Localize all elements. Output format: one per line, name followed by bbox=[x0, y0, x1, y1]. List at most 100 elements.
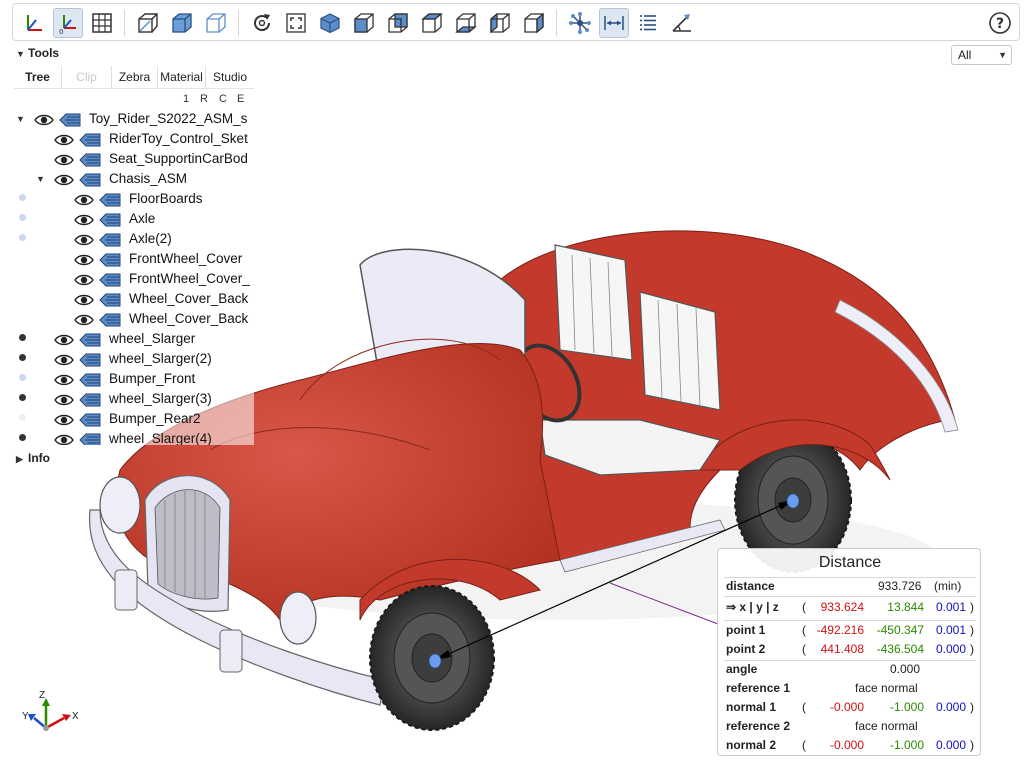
tree-item-label[interactable]: Axle(2) bbox=[129, 231, 172, 246]
collapse-caret-icon: ▼ bbox=[16, 49, 25, 59]
visibility-eye-icon[interactable] bbox=[74, 193, 94, 207]
shape-visibility-icon[interactable] bbox=[79, 413, 101, 427]
tools-header[interactable]: ▼ Tools bbox=[16, 46, 59, 60]
tree-item-label[interactable]: Chasis_ASM bbox=[109, 171, 187, 186]
xyz-paren-close: ) bbox=[970, 600, 974, 614]
tree-row[interactable]: Axle bbox=[14, 210, 254, 230]
perspective-icon[interactable] bbox=[133, 8, 163, 38]
fit-icon[interactable] bbox=[281, 8, 311, 38]
visibility-eye-icon[interactable] bbox=[74, 313, 94, 327]
tab-material[interactable]: Material bbox=[158, 66, 206, 88]
filter-select[interactable]: All ▼ bbox=[951, 45, 1012, 65]
visibility-eye-icon[interactable] bbox=[54, 353, 74, 367]
shape-visibility-icon[interactable] bbox=[79, 153, 101, 167]
tree-row[interactable]: Bumper_Rear2 bbox=[14, 410, 254, 430]
tree-item-label[interactable]: FrontWheel_Cover bbox=[129, 251, 242, 266]
tree-row[interactable]: FrontWheel_Cover bbox=[14, 250, 254, 270]
tree-row[interactable]: Wheel_Cover_Back bbox=[14, 290, 254, 310]
shape-visibility-icon[interactable] bbox=[99, 253, 121, 267]
visibility-eye-icon[interactable] bbox=[34, 113, 54, 127]
shape-visibility-icon[interactable] bbox=[99, 313, 121, 327]
tree-item-label[interactable]: wheel_Slarger(2) bbox=[109, 351, 212, 366]
left-view-icon[interactable] bbox=[485, 8, 515, 38]
tree-item-label[interactable]: FloorBoards bbox=[129, 191, 203, 206]
shape-visibility-icon[interactable] bbox=[99, 193, 121, 207]
tree-row[interactable]: ▼ Chasis_ASM bbox=[14, 170, 254, 190]
axes-origin-icon[interactable]: 0 bbox=[53, 8, 83, 38]
visibility-eye-icon[interactable] bbox=[54, 173, 74, 187]
front-view-icon[interactable] bbox=[349, 8, 379, 38]
tree-row[interactable]: wheel_Slarger(3) bbox=[14, 390, 254, 410]
tree-item-label[interactable]: Axle bbox=[129, 211, 155, 226]
tree-item-label[interactable]: Toy_Rider_S2022_ASM_s bbox=[89, 111, 247, 126]
tree-row[interactable]: ▼ Toy_Rider_S2022_ASM_s bbox=[14, 110, 254, 130]
right-view-icon[interactable] bbox=[519, 8, 549, 38]
tab-studio[interactable]: Studio bbox=[206, 66, 254, 88]
iso-view-icon[interactable] bbox=[315, 8, 345, 38]
visibility-eye-icon[interactable] bbox=[74, 233, 94, 247]
tree-row[interactable]: wheel_Slarger(2) bbox=[14, 350, 254, 370]
grid-icon[interactable] bbox=[87, 8, 117, 38]
top-view-icon[interactable] bbox=[417, 8, 447, 38]
transparent-icon[interactable] bbox=[167, 8, 197, 38]
visibility-eye-icon[interactable] bbox=[54, 413, 74, 427]
tab-tree[interactable]: Tree bbox=[14, 66, 62, 88]
shape-visibility-icon[interactable] bbox=[79, 433, 101, 445]
visibility-eye-icon[interactable] bbox=[74, 293, 94, 307]
shape-visibility-icon[interactable] bbox=[79, 173, 101, 187]
explode-icon[interactable] bbox=[565, 8, 595, 38]
shape-visibility-icon[interactable] bbox=[79, 393, 101, 407]
bottom-view-icon[interactable] bbox=[451, 8, 481, 38]
tree-item-label[interactable]: wheel_Slarger(4) bbox=[109, 431, 212, 445]
tree-item-label[interactable]: FrontWheel_Cover_ bbox=[129, 271, 250, 286]
tree-item-label[interactable]: Bumper_Front bbox=[109, 371, 195, 386]
tree-row[interactable]: Seat_SupportinCarBod bbox=[14, 150, 254, 170]
tree-row[interactable]: Axle(2) bbox=[14, 230, 254, 250]
tree-expander-icon[interactable]: ▼ bbox=[36, 174, 45, 184]
tree-item-label[interactable]: wheel_Slarger(3) bbox=[109, 391, 212, 406]
rear-view-icon[interactable] bbox=[383, 8, 413, 38]
visibility-eye-icon[interactable] bbox=[74, 273, 94, 287]
visibility-eye-icon[interactable] bbox=[54, 153, 74, 167]
blackedges-icon[interactable] bbox=[201, 8, 231, 38]
angle-measure-icon[interactable] bbox=[667, 8, 697, 38]
tree-row[interactable]: FrontWheel_Cover_ bbox=[14, 270, 254, 290]
shape-visibility-icon[interactable] bbox=[99, 233, 121, 247]
shape-visibility-icon[interactable] bbox=[79, 373, 101, 387]
tree-row[interactable]: wheel_Slarger bbox=[14, 330, 254, 350]
shape-visibility-icon[interactable] bbox=[99, 213, 121, 227]
tree-item-label[interactable]: RiderToy_Control_Sket bbox=[109, 131, 248, 146]
tree-item-label[interactable]: Wheel_Cover_Back bbox=[129, 311, 248, 326]
visibility-eye-icon[interactable] bbox=[74, 253, 94, 267]
shape-visibility-icon[interactable] bbox=[79, 333, 101, 347]
visibility-eye-icon[interactable] bbox=[54, 333, 74, 347]
shape-visibility-icon[interactable] bbox=[79, 353, 101, 367]
tree-row[interactable]: FloorBoards bbox=[14, 190, 254, 210]
visibility-eye-icon[interactable] bbox=[54, 433, 74, 445]
visibility-eye-icon[interactable] bbox=[54, 373, 74, 387]
shape-visibility-icon[interactable] bbox=[99, 273, 121, 287]
visibility-eye-icon[interactable] bbox=[54, 393, 74, 407]
visibility-eye-icon[interactable] bbox=[54, 133, 74, 147]
tree-row[interactable]: Wheel_Cover_Back bbox=[14, 310, 254, 330]
reset-icon[interactable] bbox=[247, 8, 277, 38]
tree-expander-icon[interactable]: ▼ bbox=[16, 114, 25, 124]
tree-item-label[interactable]: Bumper_Rear2 bbox=[109, 411, 201, 426]
info-header[interactable]: ▶ Info bbox=[16, 451, 50, 465]
distance-measure-icon[interactable] bbox=[599, 8, 629, 38]
tab-zebra[interactable]: Zebra bbox=[112, 66, 158, 88]
tree-row[interactable]: Bumper_Front bbox=[14, 370, 254, 390]
shape-visibility-icon[interactable] bbox=[99, 293, 121, 307]
axes-icon[interactable] bbox=[19, 8, 49, 38]
tree-item-label[interactable]: Seat_SupportinCarBod bbox=[109, 151, 248, 166]
tree-view[interactable]: ▼ Toy_Rider_S2022_ASM_s RiderToy_Control_S… bbox=[14, 110, 254, 445]
shape-visibility-icon[interactable] bbox=[79, 133, 101, 147]
visibility-eye-icon[interactable] bbox=[74, 213, 94, 227]
tree-row[interactable]: RiderToy_Control_Sket bbox=[14, 130, 254, 150]
shape-visibility-icon[interactable] bbox=[59, 113, 81, 127]
help-icon[interactable]: ? bbox=[985, 8, 1015, 38]
properties-icon[interactable] bbox=[633, 8, 663, 38]
tree-item-label[interactable]: wheel_Slarger bbox=[109, 331, 195, 346]
tree-row[interactable]: wheel_Slarger(4) bbox=[14, 430, 254, 445]
tree-item-label[interactable]: Wheel_Cover_Back bbox=[129, 291, 248, 306]
